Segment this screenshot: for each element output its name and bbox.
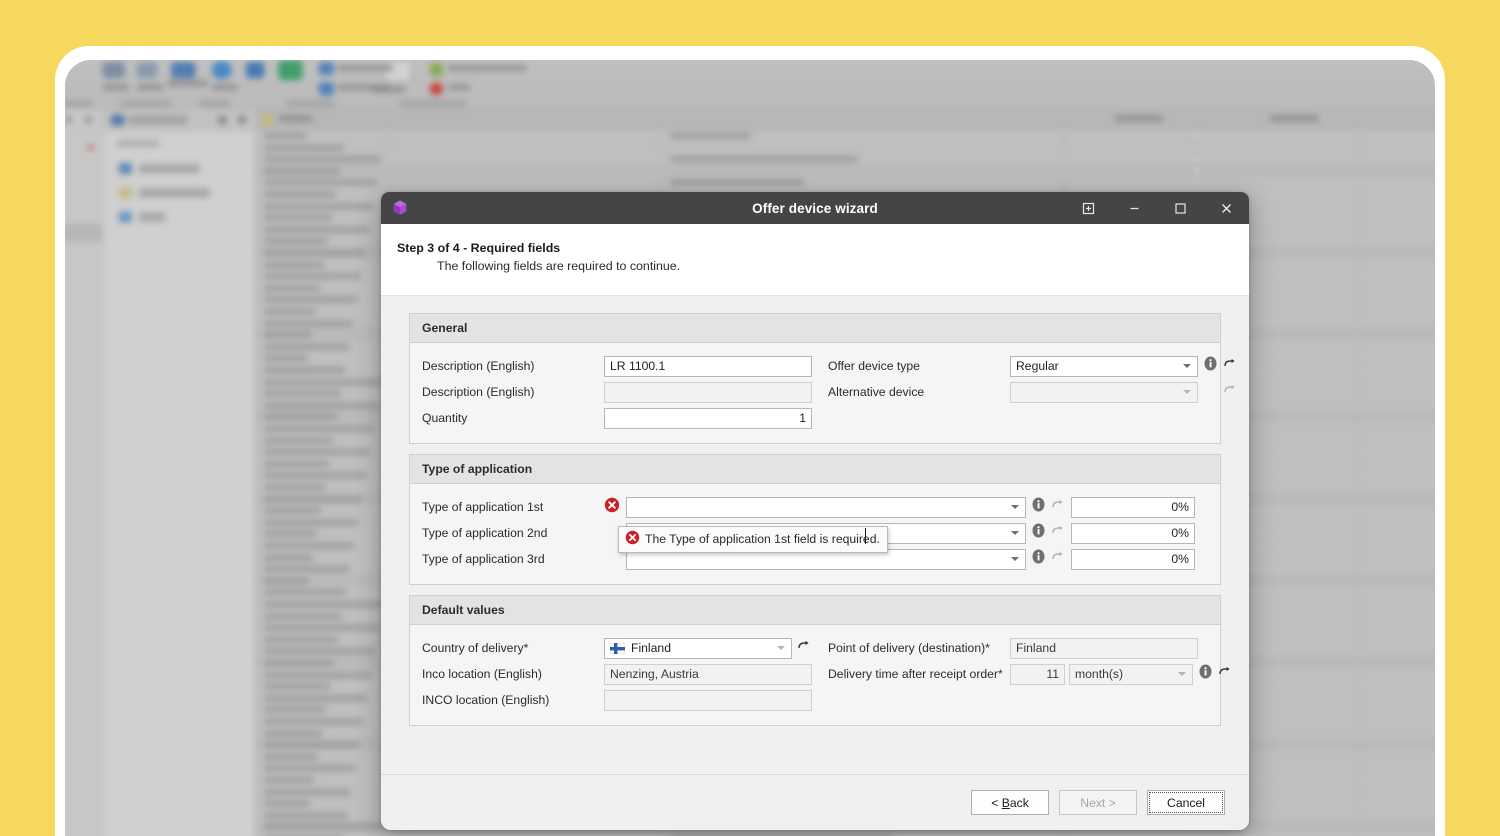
info-icon[interactable] bbox=[1031, 549, 1046, 569]
error-icon bbox=[625, 530, 645, 548]
delivery-time-unit-value: month(s) bbox=[1075, 667, 1123, 681]
description-english-input[interactable]: LR 1100.1 bbox=[604, 356, 812, 377]
info-icon[interactable] bbox=[1031, 497, 1046, 517]
description-english-2-label: Description (English) bbox=[422, 385, 604, 399]
type-of-application-1st-label: Type of application 1st bbox=[422, 500, 604, 514]
wizard-footer: < Back Next > Cancel bbox=[381, 774, 1249, 830]
cancel-button[interactable]: Cancel bbox=[1147, 790, 1225, 815]
info-icon[interactable] bbox=[1031, 523, 1046, 543]
maximize-icon[interactable] bbox=[1157, 192, 1203, 224]
minimize-icon[interactable] bbox=[1111, 192, 1157, 224]
window-restore-icon[interactable] bbox=[1065, 192, 1111, 224]
reset-icon[interactable] bbox=[1051, 550, 1065, 569]
type-of-application-1st-percent[interactable]: 0% bbox=[1071, 497, 1195, 518]
form-row: Type of application 1st bbox=[410, 494, 1220, 520]
text-cursor bbox=[865, 528, 866, 544]
type-of-application-2nd-percent[interactable]: 0% bbox=[1071, 523, 1195, 544]
form-row: Description (English) LR 1100.1 Offer de… bbox=[410, 353, 1220, 379]
inco-location-input[interactable]: Nenzing, Austria bbox=[604, 664, 812, 685]
validation-error-text: The Type of application 1st field is req… bbox=[645, 532, 880, 546]
delivery-time-unit-select[interactable]: month(s) bbox=[1069, 664, 1193, 685]
alternative-device-label: Alternative device bbox=[828, 385, 1010, 399]
country-of-delivery-label: Country of delivery* bbox=[422, 641, 604, 655]
description-english-2-input[interactable] bbox=[604, 382, 812, 403]
chevron-down-icon bbox=[1178, 672, 1186, 676]
chevron-down-icon bbox=[1011, 505, 1019, 509]
chevron-down-icon bbox=[1011, 531, 1019, 535]
quantity-input[interactable]: 1 bbox=[604, 408, 812, 429]
type-of-application-1st-select[interactable] bbox=[626, 497, 1026, 518]
wizard-step-subtitle: The following fields are required to con… bbox=[437, 258, 1249, 275]
alternative-device-select[interactable] bbox=[1010, 382, 1198, 403]
close-icon[interactable] bbox=[1203, 192, 1249, 224]
type-of-application-2nd-label: Type of application 2nd bbox=[422, 526, 604, 540]
offer-device-type-select[interactable]: Regular bbox=[1010, 356, 1198, 377]
chevron-down-icon bbox=[1011, 557, 1019, 561]
reset-icon[interactable] bbox=[797, 639, 811, 658]
chevron-down-icon bbox=[777, 646, 785, 650]
offer-device-type-label: Offer device type bbox=[828, 359, 1010, 373]
form-row: Inco location (English) Nenzing, Austria… bbox=[410, 661, 1220, 687]
screenshot-stage: Offer device wizard bbox=[0, 0, 1500, 836]
country-of-delivery-value: Finland bbox=[631, 641, 671, 655]
back-button-label: < Back bbox=[991, 796, 1029, 810]
quantity-label: Quantity bbox=[422, 411, 604, 425]
device-frame: Offer device wizard bbox=[55, 46, 1445, 836]
delivery-time-input[interactable]: 11 bbox=[1010, 664, 1065, 685]
application-viewport: Offer device wizard bbox=[65, 60, 1435, 836]
point-of-delivery-label: Point of delivery (destination)* bbox=[828, 641, 1010, 655]
error-icon bbox=[604, 497, 620, 518]
form-row: INCO location (English) bbox=[410, 687, 1220, 713]
form-row: Country of delivery* bbox=[410, 635, 1220, 661]
section-default-values-body: Country of delivery* bbox=[410, 625, 1220, 725]
delivery-time-label: Delivery time after receipt order* bbox=[828, 667, 1010, 681]
offer-device-type-value: Regular bbox=[1016, 359, 1059, 373]
back-button[interactable]: < Back bbox=[971, 790, 1049, 815]
inco-location-caps-label: INCO location (English) bbox=[422, 693, 604, 707]
wizard-header: Step 3 of 4 - Required fields The follow… bbox=[381, 224, 1249, 296]
validation-error-tooltip: The Type of application 1st field is req… bbox=[618, 526, 888, 553]
type-of-application-3rd-percent[interactable]: 0% bbox=[1071, 549, 1195, 570]
inco-location-caps-input[interactable] bbox=[604, 690, 812, 711]
country-of-delivery-select[interactable]: Finland bbox=[604, 638, 792, 659]
info-icon[interactable] bbox=[1198, 664, 1213, 684]
dialog-title-bar: Offer device wizard bbox=[381, 192, 1249, 224]
cube-icon bbox=[390, 198, 410, 218]
finland-flag-icon bbox=[610, 643, 625, 654]
section-general-title: General bbox=[410, 314, 1220, 343]
inco-location-label: Inco location (English) bbox=[422, 667, 604, 681]
type-of-application-3rd-label: Type of application 3rd bbox=[422, 552, 604, 566]
form-row: Quantity 1 bbox=[410, 405, 1220, 431]
section-general-body: Description (English) LR 1100.1 Offer de… bbox=[410, 343, 1220, 443]
reset-icon[interactable] bbox=[1218, 665, 1232, 684]
wizard-step-title: Step 3 of 4 - Required fields bbox=[397, 240, 1249, 257]
section-default-values: Default values Country of delivery* bbox=[409, 595, 1221, 726]
reset-icon[interactable] bbox=[1223, 357, 1237, 376]
form-row: Description (English) Alternative device bbox=[410, 379, 1220, 405]
section-general: General Description (English) LR 1100.1 … bbox=[409, 313, 1221, 444]
section-type-of-application: Type of application Type of application … bbox=[409, 454, 1221, 585]
reset-icon[interactable] bbox=[1051, 524, 1065, 543]
offer-device-wizard-dialog: Offer device wizard bbox=[381, 192, 1249, 830]
section-default-values-title: Default values bbox=[410, 596, 1220, 625]
description-english-label: Description (English) bbox=[422, 359, 604, 373]
reset-icon[interactable] bbox=[1051, 498, 1065, 517]
chevron-down-icon bbox=[1183, 364, 1191, 368]
section-type-of-application-title: Type of application bbox=[410, 455, 1220, 484]
reset-icon[interactable] bbox=[1223, 383, 1237, 402]
chevron-down-icon bbox=[1183, 390, 1191, 394]
window-controls bbox=[1065, 192, 1249, 224]
point-of-delivery-input[interactable]: Finland bbox=[1010, 638, 1198, 659]
info-icon[interactable] bbox=[1203, 356, 1218, 376]
next-button[interactable]: Next > bbox=[1059, 790, 1137, 815]
